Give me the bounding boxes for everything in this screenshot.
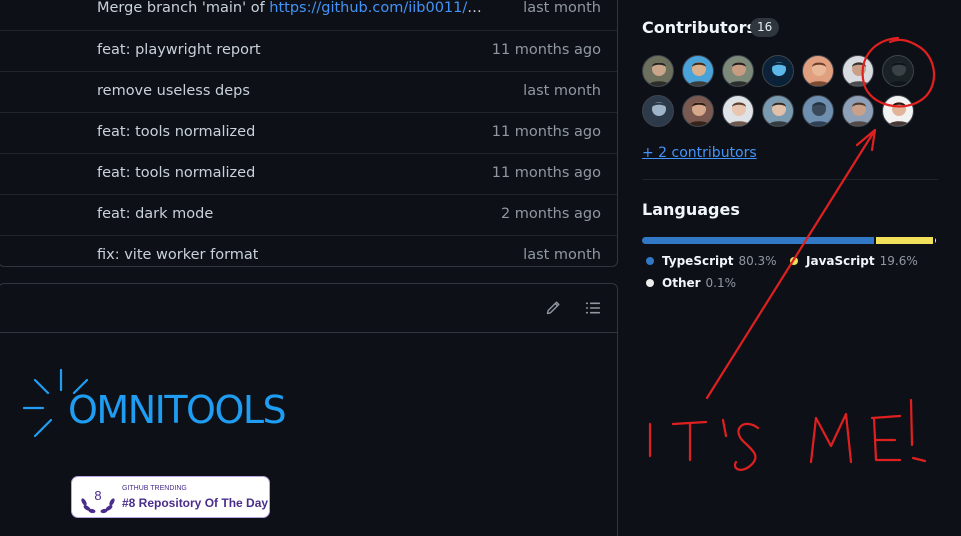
commit-link[interactable]: https://github.com/iib0011/omni... — [269, 0, 482, 16]
language-dot — [790, 257, 798, 265]
contributor-avatar[interactable] — [802, 55, 834, 87]
contributor-avatar[interactable] — [682, 55, 714, 87]
commit-message[interactable]: remove useless deps — [97, 83, 250, 99]
commit-row[interactable]: feat: tools normalized 11 months ago — [0, 112, 617, 153]
language-item-other[interactable]: Other 0.1% — [646, 276, 736, 290]
contributor-avatar[interactable] — [882, 55, 914, 87]
avatar-portrait — [807, 102, 831, 126]
avatar-portrait — [887, 102, 911, 126]
commit-row[interactable]: feat: dark mode 2 months ago — [0, 194, 617, 235]
avatar-portrait — [647, 102, 671, 126]
contributors-title[interactable]: Contributors — [642, 18, 756, 37]
commit-time: 2 months ago — [500, 206, 601, 222]
contributor-avatar[interactable] — [842, 95, 874, 127]
language-item-typescript[interactable]: TypeScript 80.3% — [646, 254, 777, 268]
edit-readme-button[interactable] — [543, 298, 563, 318]
readme-header — [0, 284, 617, 333]
contributor-avatar[interactable] — [882, 95, 914, 127]
language-percent: 0.1% — [705, 276, 737, 290]
logo-text: OMNITOOLS — [68, 388, 287, 432]
commit-message[interactable]: fix: vite worker format — [97, 247, 258, 263]
commit-message[interactable]: feat: playwright report — [97, 42, 261, 58]
commit-row[interactable]: feat: tools normalized 11 months ago — [0, 153, 617, 194]
repo-sidebar: Contributors 16 + 2 contributors Languag… — [642, 0, 942, 536]
language-bar-segment-typescript — [642, 237, 875, 244]
commit-list: Merge branch 'main' of https://github.co… — [0, 0, 618, 267]
language-name: Other — [662, 276, 701, 290]
omnitools-logo: OMNITOOLS — [21, 368, 331, 448]
avatar-portrait — [767, 62, 791, 86]
contributor-avatar[interactable] — [762, 95, 794, 127]
language-name: JavaScript — [806, 254, 875, 268]
sidebar-divider — [642, 179, 938, 180]
commit-message[interactable]: feat: tools normalized — [97, 124, 255, 140]
language-dot — [646, 279, 654, 287]
table-of-contents-button[interactable] — [583, 298, 603, 318]
avatar-portrait — [807, 62, 831, 86]
language-item-javascript[interactable]: JavaScript 19.6% — [790, 254, 918, 268]
commit-time: 11 months ago — [491, 42, 601, 58]
language-bar-segment-other — [935, 237, 936, 244]
avatar-portrait — [887, 62, 911, 86]
commit-time: last month — [523, 0, 601, 16]
contributor-avatar[interactable] — [802, 95, 834, 127]
avatar-portrait — [687, 62, 711, 86]
pencil-icon — [546, 301, 560, 315]
list-icon — [586, 302, 600, 314]
contributor-avatar[interactable] — [722, 55, 754, 87]
contributor-avatar[interactable] — [642, 95, 674, 127]
contributor-avatar[interactable] — [642, 55, 674, 87]
commit-row[interactable]: feat: playwright report 11 months ago — [0, 30, 617, 71]
commit-row[interactable]: Merge branch 'main' of https://github.co… — [0, 0, 617, 30]
language-bar-segment-javascript — [876, 237, 933, 244]
language-percent: 19.6% — [879, 254, 918, 268]
contributor-avatar[interactable] — [762, 55, 794, 87]
languages-title: Languages — [642, 200, 740, 219]
laurel-icon: 8 — [81, 488, 115, 514]
more-contributors-link[interactable]: + 2 contributors — [642, 145, 757, 161]
commit-time: last month — [523, 247, 601, 263]
contributor-avatar[interactable] — [722, 95, 754, 127]
commit-time: 11 months ago — [491, 124, 601, 140]
readme-panel: OMNITOOLS 8 GITHUB TRENDING #8 Repositor… — [0, 283, 618, 536]
badge-title: #8 Repository Of The Day — [122, 496, 269, 510]
language-percent: 80.3% — [738, 254, 777, 268]
commit-row[interactable]: fix: vite worker format last month — [0, 235, 617, 266]
language-name: TypeScript — [662, 254, 734, 268]
contributor-avatars — [642, 55, 942, 129]
badge-label: GITHUB TRENDING — [122, 485, 187, 492]
avatar-portrait — [767, 102, 791, 126]
commit-time: last month — [523, 83, 601, 99]
commit-time: 11 months ago — [491, 165, 601, 181]
commit-message[interactable]: feat: tools normalized — [97, 165, 255, 181]
language-dot — [646, 257, 654, 265]
github-trending-badge[interactable]: 8 GITHUB TRENDING #8 Repository Of The D… — [71, 476, 270, 518]
avatar-portrait — [847, 102, 871, 126]
commit-message[interactable]: feat: dark mode — [97, 206, 213, 222]
contributor-avatar[interactable] — [682, 95, 714, 127]
languages-bar — [642, 237, 936, 244]
avatar-portrait — [727, 102, 751, 126]
avatar-portrait — [847, 62, 871, 86]
contributors-count: 16 — [750, 18, 780, 37]
avatar-portrait — [687, 102, 711, 126]
avatar-portrait — [647, 62, 671, 86]
avatar-portrait — [727, 62, 751, 86]
contributor-avatar[interactable] — [842, 55, 874, 87]
commit-row[interactable]: remove useless deps last month — [0, 71, 617, 112]
commit-message[interactable]: Merge branch 'main' of https://github.co… — [97, 0, 482, 16]
badge-rank: 8 — [94, 488, 101, 503]
